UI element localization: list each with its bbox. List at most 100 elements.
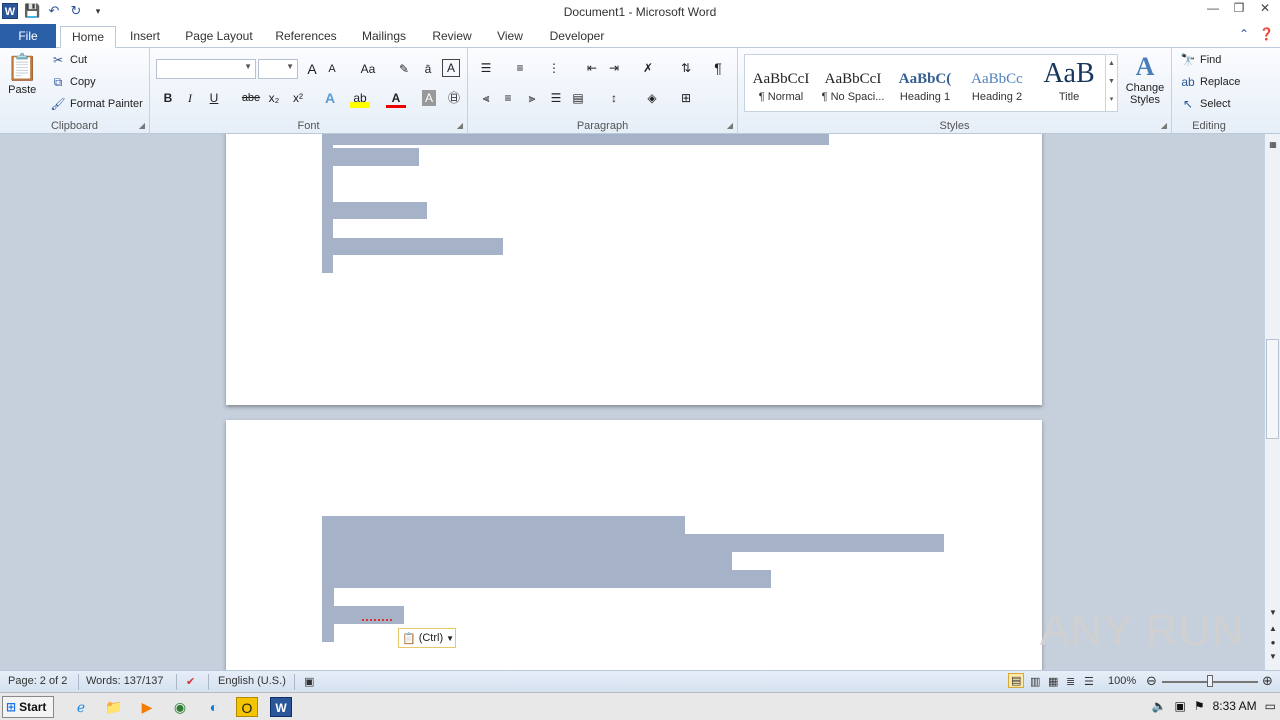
tab-developer[interactable]: Developer: [542, 26, 612, 48]
multilevel-list-icon[interactable]: ⋮: [544, 58, 564, 78]
cut-button[interactable]: ✂ Cut: [50, 52, 87, 68]
network-icon[interactable]: ▣: [1175, 699, 1186, 713]
change-styles-button[interactable]: A Change Styles: [1122, 52, 1168, 106]
chevron-down-icon[interactable]: ▼: [1106, 73, 1117, 91]
format-painter-button[interactable]: 🖌 Format Painter: [50, 96, 142, 112]
outline-icon[interactable]: ≣: [1066, 675, 1075, 688]
text-effects-icon[interactable]: A: [320, 88, 340, 108]
borders-icon[interactable]: ⊞: [676, 88, 696, 108]
chevron-up-icon[interactable]: ▲: [1106, 55, 1117, 73]
paragraph-launcher-icon[interactable]: ◢: [727, 121, 733, 130]
character-shading-icon[interactable]: A: [422, 90, 436, 106]
justify-icon[interactable]: ☰: [546, 88, 566, 108]
increase-indent-icon[interactable]: ⇥: [604, 58, 624, 78]
print-layout-icon[interactable]: ▤: [1008, 673, 1025, 688]
subscript-button[interactable]: x₂: [264, 88, 284, 108]
replace-button[interactable]: ab Replace: [1180, 74, 1240, 90]
previous-page-icon[interactable]: ▲: [1265, 624, 1280, 633]
clock[interactable]: 8:33 AM: [1213, 699, 1257, 713]
close-icon[interactable]: ✕: [1256, 1, 1274, 15]
page-count[interactable]: Page: 2 of 2: [8, 675, 67, 687]
file-explorer-icon[interactable]: 📁: [103, 697, 125, 717]
font-launcher-icon[interactable]: ◢: [457, 121, 463, 130]
find-button[interactable]: 🔭 Find: [1180, 52, 1222, 68]
underline-button[interactable]: U: [204, 88, 224, 108]
highlight-icon[interactable]: ab: [350, 88, 370, 108]
styles-launcher-icon[interactable]: ◢: [1161, 121, 1167, 130]
strikethrough-button[interactable]: abe: [238, 88, 264, 108]
zoom-level[interactable]: 100%: [1108, 675, 1136, 687]
word-icon[interactable]: W: [270, 697, 292, 717]
align-center-icon[interactable]: ≡: [498, 88, 518, 108]
ruler-toggle-icon[interactable]: ▦: [1265, 140, 1280, 149]
sort-icon[interactable]: ⇅: [676, 58, 696, 78]
start-button[interactable]: ⊞ Start: [2, 696, 54, 718]
macro-recording-icon[interactable]: ▣: [304, 675, 314, 688]
show-desktop-icon[interactable]: ▭: [1265, 699, 1276, 713]
font-size-combo[interactable]: ▼: [258, 59, 298, 79]
shading-icon[interactable]: ◈: [642, 88, 662, 108]
ribbon-collapse-icon[interactable]: ⌃: [1239, 27, 1249, 41]
media-player-icon[interactable]: ▶: [136, 697, 158, 717]
clear-formatting-icon[interactable]: ✎: [394, 59, 414, 79]
shrink-font-button[interactable]: A: [322, 59, 342, 79]
italic-button[interactable]: I: [180, 88, 200, 108]
help-icon[interactable]: ❓: [1259, 27, 1274, 41]
zoom-out-icon[interactable]: ⊖: [1146, 673, 1157, 689]
font-name-combo[interactable]: ▼: [156, 59, 256, 79]
tab-file[interactable]: File: [0, 24, 56, 48]
clipboard-launcher-icon[interactable]: ◢: [139, 121, 145, 130]
edge-icon[interactable]: ◐: [203, 697, 225, 717]
align-left-icon[interactable]: ⫷: [476, 88, 496, 108]
page-2[interactable]: [226, 420, 1042, 670]
style-gallery-scroll[interactable]: ▲ ▼ ▾: [1105, 55, 1117, 111]
browse-object-icon[interactable]: ●: [1265, 638, 1280, 647]
grow-font-button[interactable]: A: [302, 59, 322, 79]
tab-home[interactable]: Home: [60, 26, 116, 48]
style-heading-2[interactable]: AaBbCc Heading 2: [961, 55, 1033, 111]
tab-mailings[interactable]: Mailings: [354, 26, 414, 48]
norton-icon[interactable]: O: [236, 697, 258, 717]
page-1[interactable]: [226, 134, 1042, 405]
copy-button[interactable]: ⧉ Copy: [50, 74, 96, 90]
action-center-flag-icon[interactable]: ⚑: [1194, 699, 1205, 713]
bullets-icon[interactable]: ☰: [476, 58, 496, 78]
show-marks-button[interactable]: ¶: [708, 58, 728, 78]
scroll-down-icon[interactable]: ▼: [1265, 608, 1280, 617]
paste-options-button[interactable]: 📋 (Ctrl) ▼: [398, 628, 456, 648]
tab-review[interactable]: Review: [426, 26, 478, 48]
decrease-indent-icon[interactable]: ⇤: [582, 58, 602, 78]
tab-view[interactable]: View: [490, 26, 530, 48]
font-color-icon[interactable]: A: [386, 88, 406, 108]
more-styles-icon[interactable]: ▾: [1106, 91, 1117, 109]
vertical-scrollbar[interactable]: ▦ ▼ ▲ ● ▼: [1264, 134, 1280, 670]
word-count[interactable]: Words: 137/137: [86, 675, 163, 687]
style-heading-1[interactable]: AaBbC( Heading 1: [889, 55, 961, 111]
numbering-icon[interactable]: ≡: [510, 58, 530, 78]
asian-layout-icon[interactable]: ✗: [638, 58, 658, 78]
style-title[interactable]: AaB Title: [1033, 55, 1105, 111]
language-indicator[interactable]: English (U.S.): [218, 675, 286, 687]
style-no-spacing[interactable]: AaBbCcI ¶ No Spaci...: [817, 55, 889, 111]
tab-page-layout[interactable]: Page Layout: [180, 26, 258, 48]
select-button[interactable]: ↖ Select: [1180, 96, 1231, 112]
distributed-icon[interactable]: ▤: [568, 88, 588, 108]
document-area[interactable]: 📋 (Ctrl) ▼ ANY RUN: [0, 134, 1264, 670]
draft-icon[interactable]: ☰: [1084, 675, 1094, 688]
bold-button[interactable]: B: [158, 88, 178, 108]
proofing-icon[interactable]: ✔: [186, 675, 195, 688]
restore-icon[interactable]: ❐: [1230, 1, 1248, 15]
full-screen-reading-icon[interactable]: ▥: [1030, 675, 1040, 688]
minimize-icon[interactable]: —: [1204, 1, 1222, 15]
zoom-in-icon[interactable]: ⊕: [1262, 673, 1273, 689]
paste-button[interactable]: 📋 Paste: [6, 52, 38, 96]
character-border-icon[interactable]: A: [442, 59, 460, 77]
line-spacing-icon[interactable]: ↕: [604, 88, 624, 108]
web-layout-icon[interactable]: ▦: [1048, 675, 1058, 688]
change-case-button[interactable]: Aa: [354, 59, 382, 79]
align-right-icon[interactable]: ⫸: [522, 88, 542, 108]
superscript-button[interactable]: x²: [288, 88, 308, 108]
tab-insert[interactable]: Insert: [122, 26, 168, 48]
internet-explorer-icon[interactable]: ℯ: [70, 697, 92, 717]
enclose-characters-icon[interactable]: ㊐: [444, 88, 464, 108]
